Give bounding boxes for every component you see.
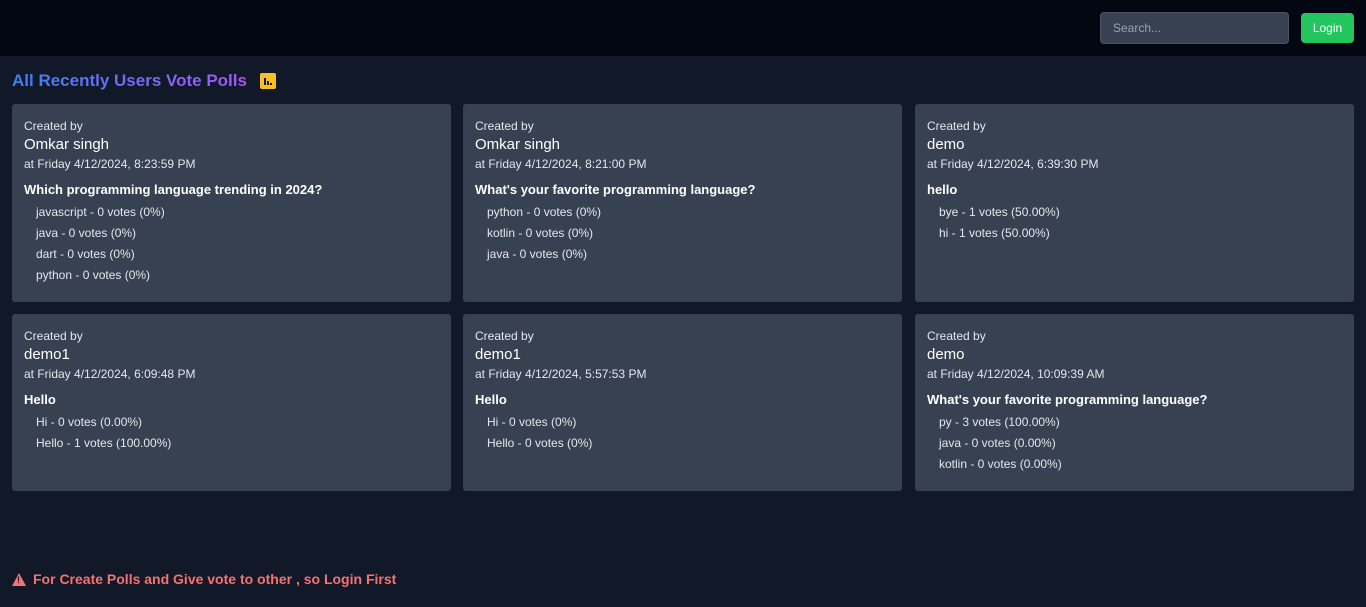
poll-option[interactable]: kotlin - 0 votes (0.00%) <box>939 457 1342 471</box>
poll-option[interactable]: python - 0 votes (0%) <box>487 205 890 219</box>
search-input[interactable] <box>1100 12 1289 44</box>
poll-question: What's your favorite programming languag… <box>475 182 756 197</box>
poll-card[interactable]: Created by demo1 at Friday 4/12/2024, 6:… <box>12 314 451 491</box>
created-by-label: Created by <box>475 119 534 133</box>
poll-option[interactable]: dart - 0 votes (0%) <box>36 247 439 261</box>
created-by-label: Created by <box>24 119 83 133</box>
poll-options: bye - 1 votes (50.00%) hi - 1 votes (50.… <box>927 205 1342 240</box>
poll-option[interactable]: java - 0 votes (0.00%) <box>939 436 1342 450</box>
creator-name: Omkar singh <box>475 136 561 153</box>
creator-name: demo <box>927 136 965 153</box>
page-title: All Recently Users Vote Polls <box>12 71 247 90</box>
created-at: at Friday 4/12/2024, 6:39:30 PM <box>927 157 1099 171</box>
poll-option[interactable]: bye - 1 votes (50.00%) <box>939 205 1342 219</box>
poll-question: Which programming language trending in 2… <box>24 182 323 197</box>
created-by-label: Created by <box>24 329 83 343</box>
created-at: at Friday 4/12/2024, 10:09:39 AM <box>927 367 1105 381</box>
created-at: at Friday 4/12/2024, 5:57:53 PM <box>475 367 647 381</box>
bar-chart-icon <box>259 73 276 89</box>
poll-option[interactable]: hi - 1 votes (50.00%) <box>939 226 1342 240</box>
poll-question: What's your favorite programming languag… <box>927 392 1208 407</box>
creator-name: demo1 <box>475 346 521 363</box>
poll-options: py - 3 votes (100.00%) java - 0 votes (0… <box>927 415 1342 471</box>
poll-options: Hi - 0 votes (0%) Hello - 0 votes (0%) <box>475 415 890 450</box>
poll-card[interactable]: Created by demo1 at Friday 4/12/2024, 5:… <box>463 314 902 491</box>
created-by-label: Created by <box>927 329 986 343</box>
poll-card[interactable]: Created by demo at Friday 4/12/2024, 6:3… <box>915 104 1354 302</box>
login-button[interactable]: Login <box>1301 13 1354 43</box>
poll-option[interactable]: Hi - 0 votes (0%) <box>487 415 890 429</box>
poll-option[interactable]: java - 0 votes (0%) <box>487 247 890 261</box>
poll-option[interactable]: kotlin - 0 votes (0%) <box>487 226 890 240</box>
poll-option[interactable]: python - 0 votes (0%) <box>36 268 439 282</box>
poll-options: Hi - 0 votes (0.00%) Hello - 1 votes (10… <box>24 415 439 450</box>
creator-name: demo1 <box>24 346 70 363</box>
created-by-label: Created by <box>475 329 534 343</box>
poll-question: hello <box>927 182 958 197</box>
poll-option[interactable]: Hi - 0 votes (0.00%) <box>36 415 439 429</box>
navbar: Login <box>0 0 1366 56</box>
poll-card[interactable]: Created by Omkar singh at Friday 4/12/20… <box>463 104 902 302</box>
created-at: at Friday 4/12/2024, 6:09:48 PM <box>24 367 196 381</box>
login-warning-text: For Create Polls and Give vote to other … <box>33 571 397 587</box>
poll-card[interactable]: Created by Omkar singh at Friday 4/12/20… <box>12 104 451 302</box>
poll-question: Hello <box>475 392 507 407</box>
poll-card[interactable]: Created by demo at Friday 4/12/2024, 10:… <box>915 314 1354 491</box>
creator-name: Omkar singh <box>24 136 110 153</box>
created-by-label: Created by <box>927 119 986 133</box>
poll-options: python - 0 votes (0%) kotlin - 0 votes (… <box>475 205 890 261</box>
poll-option[interactable]: Hello - 0 votes (0%) <box>487 436 890 450</box>
created-at: at Friday 4/12/2024, 8:23:59 PM <box>24 157 196 171</box>
warning-triangle-icon <box>12 572 26 586</box>
poll-option[interactable]: py - 3 votes (100.00%) <box>939 415 1342 429</box>
poll-question: Hello <box>24 392 56 407</box>
created-at: at Friday 4/12/2024, 8:21:00 PM <box>475 157 647 171</box>
poll-option[interactable]: Hello - 1 votes (100.00%) <box>36 436 439 450</box>
poll-option[interactable]: javascript - 0 votes (0%) <box>36 205 439 219</box>
login-warning: For Create Polls and Give vote to other … <box>12 570 396 588</box>
page-heading: All Recently Users Vote Polls <box>12 70 276 92</box>
creator-name: demo <box>927 346 965 363</box>
poll-options: javascript - 0 votes (0%) java - 0 votes… <box>24 205 439 282</box>
poll-option[interactable]: java - 0 votes (0%) <box>36 226 439 240</box>
